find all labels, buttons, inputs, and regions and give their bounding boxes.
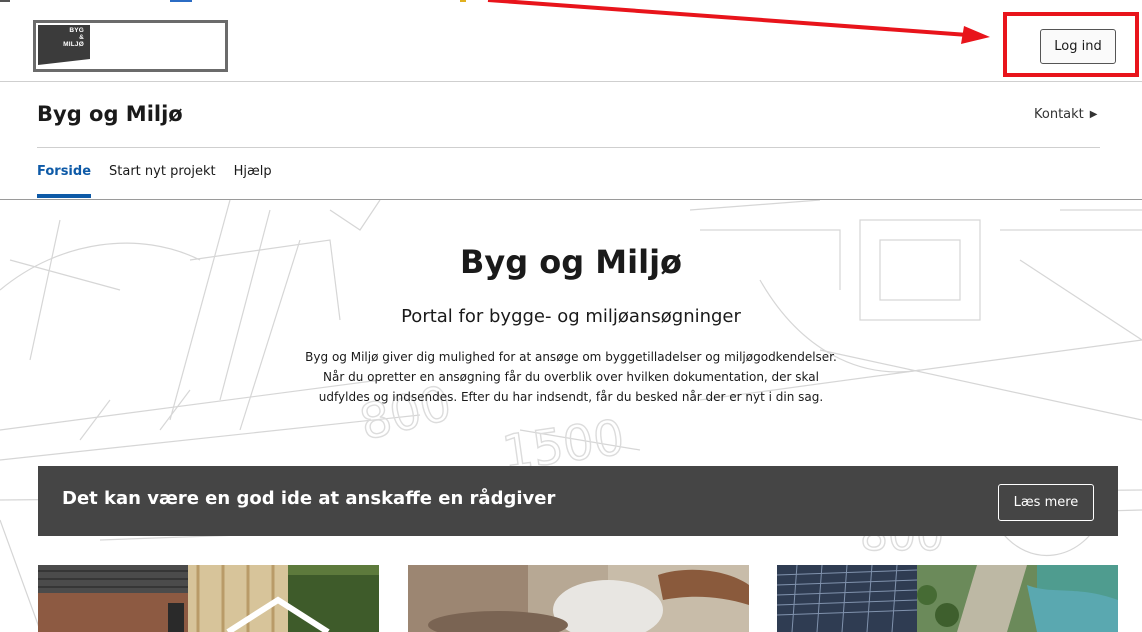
contact-label: Kontakt	[1034, 107, 1084, 122]
tab-forside[interactable]: Forside	[37, 148, 92, 200]
site-title: Byg og Miljø	[37, 102, 183, 126]
advisor-banner: Det kan være en god ide at anskaffe en r…	[38, 466, 1118, 536]
triangle-right-icon: ▶	[1089, 109, 1098, 120]
logo-text: BYG & MILJØ	[63, 27, 84, 48]
tab-hjaelp[interactable]: Hjælp	[234, 148, 272, 200]
hero-description-line: Når du opretter en ansøgning får du over…	[323, 370, 819, 384]
tab-start-nyt-projekt[interactable]: Start nyt projekt	[109, 148, 216, 200]
main-nav: Forside Start nyt projekt Hjælp	[37, 148, 290, 200]
site-header: BYG & MILJØ Log ind	[0, 0, 1142, 82]
card-building-image[interactable]	[38, 565, 379, 632]
hero-title: Byg og Miljø	[459, 243, 683, 281]
aerial-solar-field-image	[777, 565, 1118, 632]
house-construction-image	[38, 565, 379, 632]
logo[interactable]: BYG & MILJØ	[33, 20, 228, 72]
banner-text: Det kan være en god ide at anskaffe en r…	[62, 488, 556, 509]
annotation-highlight-box	[1003, 12, 1139, 77]
card-craftsman-image[interactable]	[408, 565, 749, 632]
card-aerial-image[interactable]	[777, 565, 1118, 632]
hero-description-line: Byg og Miljø giver dig mulighed for at a…	[305, 350, 837, 364]
hero-subtitle: Portal for bygge- og miljøansøgninger	[401, 306, 741, 327]
hero-description: Byg og Miljø giver dig mulighed for at a…	[271, 347, 871, 407]
read-more-button[interactable]: Læs mere	[998, 484, 1094, 521]
hero-description-line: udfyldes og indsendes. Efter du har inds…	[318, 390, 824, 404]
craftsman-hands-image	[408, 565, 749, 632]
contact-link[interactable]: Kontakt ▶	[1034, 107, 1097, 122]
